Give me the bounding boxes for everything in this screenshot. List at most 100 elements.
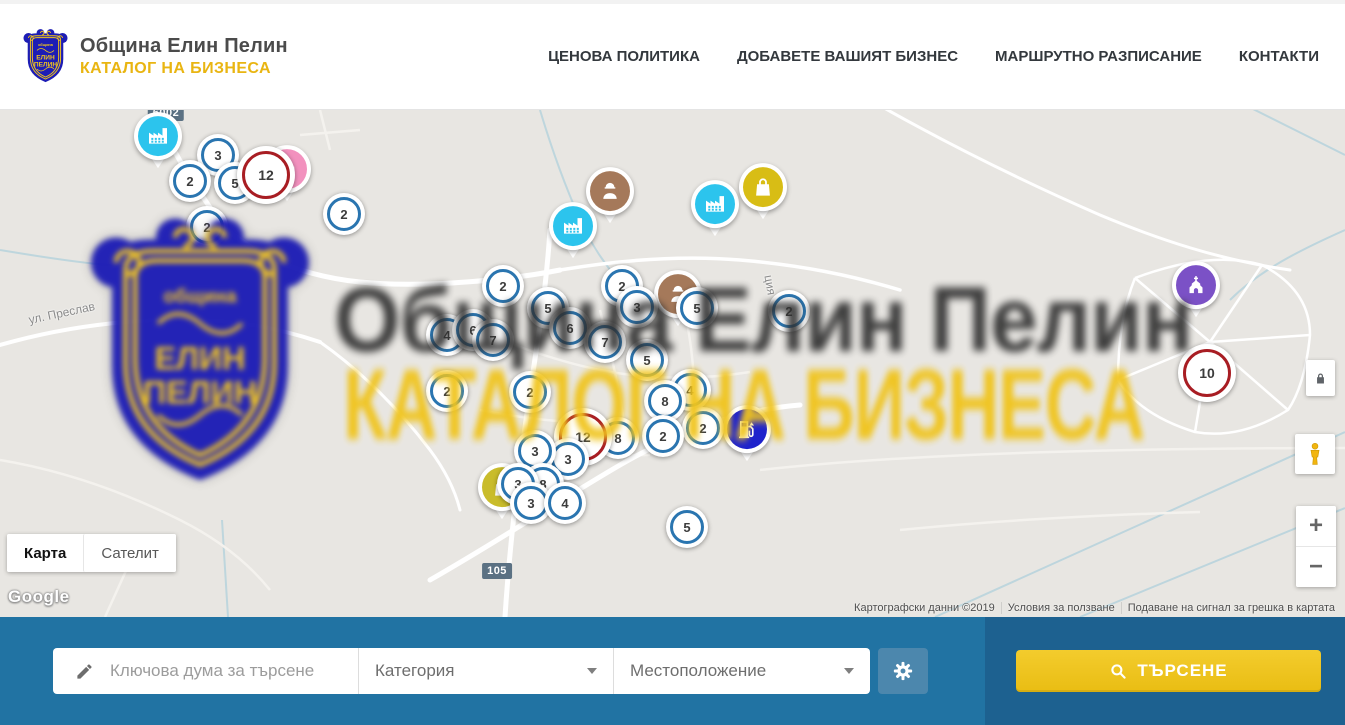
lock-button[interactable] <box>1306 360 1335 396</box>
cluster-count: 3 <box>633 300 640 315</box>
chevron-down-icon <box>587 668 597 674</box>
map-cluster-marker[interactable]: 7 <box>584 321 626 363</box>
terms-link[interactable]: Условия за ползване <box>1001 602 1121 614</box>
cluster-count: 5 <box>683 520 690 535</box>
site-brand[interactable]: Община Елин Пелин КАТАЛОГ НА БИЗНЕСА <box>22 28 288 86</box>
keyword-section <box>53 648 358 694</box>
cluster-count: 3 <box>564 452 571 467</box>
map-cluster-marker[interactable]: 12 <box>237 146 295 204</box>
cluster-count: 4 <box>686 383 693 398</box>
cluster-count: 2 <box>659 429 666 444</box>
map-cluster-marker[interactable]: 2 <box>482 265 524 307</box>
map-cluster-marker[interactable]: 2 <box>426 370 468 412</box>
nav-item-add-your-business[interactable]: ДОБАВЕТЕ ВАШИЯТ БИЗНЕС <box>737 48 958 65</box>
cluster-count: 6 <box>566 321 573 336</box>
street-view-pegman-button[interactable] <box>1295 434 1335 474</box>
map-attribution: Картографски данни ©2019Условия за ползв… <box>848 602 1341 614</box>
map-cluster-marker[interactable]: 2 <box>768 290 810 332</box>
site-subtitle: КАТАЛОГ НА БИЗНЕСА <box>80 60 288 78</box>
map-type-map-button[interactable]: Карта <box>7 534 83 572</box>
cluster-count: 3 <box>527 496 534 511</box>
map-cluster-marker[interactable]: 5 <box>676 287 718 329</box>
factory-pin[interactable] <box>547 202 599 266</box>
church-pin[interactable] <box>1170 261 1222 325</box>
cluster-count: 7 <box>601 335 608 350</box>
cluster-count: 2 <box>203 220 210 235</box>
fuel-icon <box>727 409 767 449</box>
keyword-search-input[interactable] <box>108 660 342 682</box>
municipality-crest-logo <box>22 28 69 86</box>
lock-icon <box>1313 371 1328 386</box>
pegman-icon <box>1302 441 1328 467</box>
search-icon <box>1109 662 1127 680</box>
chevron-down-icon <box>844 668 854 674</box>
nav-item-transport-schedule[interactable]: МАРШРУТНО РАЗПИСАНИЕ <box>995 48 1202 65</box>
map-data-attribution: Картографски данни ©2019 <box>848 602 1001 614</box>
cluster-count: 2 <box>186 174 193 189</box>
cluster-count: 4 <box>561 496 568 511</box>
cluster-count: 10 <box>1199 365 1215 381</box>
cluster-count: 5 <box>643 353 650 368</box>
map-cluster-marker[interactable]: 10 <box>1178 344 1236 402</box>
map-cluster-marker[interactable]: 5 <box>666 506 708 548</box>
map-cluster-marker[interactable]: 2 <box>186 206 228 248</box>
category-dropdown-label: Категория <box>375 661 454 681</box>
map-cluster-marker[interactable]: 4 <box>544 482 586 524</box>
factory-pin[interactable] <box>689 180 741 244</box>
site-header: Община Елин Пелин КАТАЛОГ НА БИЗНЕСА ЦЕН… <box>0 0 1345 110</box>
nav-item-contacts[interactable]: КОНТАКТИ <box>1239 48 1319 65</box>
cluster-count: 4 <box>443 328 450 343</box>
cluster-count: 5 <box>693 301 700 316</box>
cluster-count: 2 <box>699 421 706 436</box>
search-bar: Категория Местоположение <box>53 648 870 694</box>
brand-text: Община Елин Пелин КАТАЛОГ НА БИЗНЕСА <box>80 35 288 78</box>
cluster-count: 3 <box>531 444 538 459</box>
zoom-control: + − <box>1296 506 1336 587</box>
search-button[interactable]: ТЪРСЕНЕ <box>1016 650 1321 692</box>
category-dropdown[interactable]: Категория <box>358 648 613 694</box>
map-cluster-marker[interactable]: 2 <box>642 415 684 457</box>
advanced-search-button[interactable] <box>878 648 928 694</box>
nav-item-pricing-policy[interactable]: ЦЕНОВА ПОЛИТИКА <box>548 48 700 65</box>
map-cluster-marker[interactable]: 2 <box>323 193 365 235</box>
church-icon <box>1176 265 1216 305</box>
map-type-satellite-button[interactable]: Сателит <box>83 534 176 572</box>
map-cluster-marker[interactable]: 3 <box>616 286 658 328</box>
cluster-count: 2 <box>340 207 347 222</box>
cluster-count: 8 <box>614 431 621 446</box>
search-panel: ТЪРСЕНЕ Категория Местоположение <box>0 617 1345 725</box>
zoom-in-button[interactable]: + <box>1296 506 1336 547</box>
bag-icon <box>743 167 783 207</box>
factory-icon <box>553 206 593 246</box>
cluster-count: 2 <box>499 279 506 294</box>
map-cluster-marker[interactable]: 2 <box>169 160 211 202</box>
factory-icon <box>138 116 178 156</box>
google-logo[interactable]: Google <box>8 587 70 607</box>
report-map-error-link[interactable]: Подаване на сигнал за грешка в картата <box>1121 602 1341 614</box>
map-cluster-marker[interactable]: 5 <box>626 339 668 381</box>
search-button-label: ТЪРСЕНЕ <box>1137 661 1227 681</box>
cluster-count: 2 <box>443 384 450 399</box>
site-title: Община Елин Пелин <box>80 35 288 58</box>
main-nav: ЦЕНОВА ПОЛИТИКА ДОБАВЕТЕ ВАШИЯТ БИЗНЕС МАР… <box>548 48 1319 65</box>
cluster-count: 2 <box>785 304 792 319</box>
pencil-icon <box>75 662 94 681</box>
cluster-count: 12 <box>258 167 274 183</box>
location-dropdown-label: Местоположение <box>630 661 766 681</box>
gear-icon <box>892 660 914 682</box>
cluster-count: 2 <box>526 385 533 400</box>
cluster-count: 8 <box>661 394 668 409</box>
map-canvas[interactable]: 6002105 ул. Преславбул. „Новоселция 3225… <box>0 110 1345 617</box>
fuel-pin[interactable] <box>721 405 773 469</box>
map-cluster-marker[interactable]: 2 <box>509 371 551 413</box>
location-dropdown[interactable]: Местоположение <box>613 648 870 694</box>
zoom-out-button[interactable]: − <box>1296 547 1336 587</box>
cluster-count: 5 <box>544 301 551 316</box>
search-panel-right: ТЪРСЕНЕ <box>985 617 1345 725</box>
map-type-control: Карта Сателит <box>7 534 176 572</box>
bag-pin[interactable] <box>737 163 789 227</box>
factory-icon <box>695 184 735 224</box>
map-cluster-marker[interactable]: 7 <box>472 319 514 361</box>
map-cluster-marker[interactable]: 2 <box>682 407 724 449</box>
cluster-count: 3 <box>214 148 221 163</box>
